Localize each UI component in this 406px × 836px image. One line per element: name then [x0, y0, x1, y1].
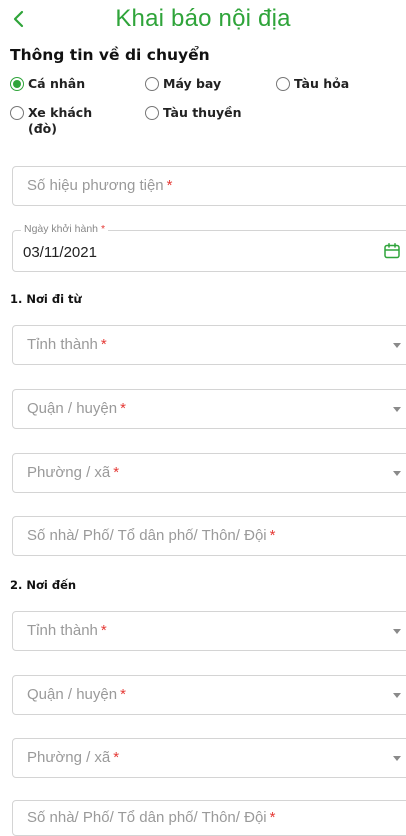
radio-label: Cá nhân: [28, 76, 86, 91]
radio-unchecked-icon: [276, 77, 290, 91]
calendar-icon[interactable]: [383, 242, 401, 260]
radio-checked-icon: [10, 77, 24, 91]
from-province-select[interactable]: Tỉnh thành *: [12, 325, 406, 365]
caret-down-icon: [393, 407, 401, 412]
input-placeholder: Số nhà/ Phố/ Tổ dân phố/ Thôn/ Đội *: [27, 527, 276, 544]
departure-date-field[interactable]: Ngày khởi hành * 03/11/2021: [12, 223, 406, 272]
radio-tau-thuyen[interactable]: Tàu thuyền: [145, 105, 242, 121]
to-address-input[interactable]: Số nhà/ Phố/ Tổ dân phố/ Thôn/ Đội *: [12, 800, 406, 836]
radio-unchecked-icon: [145, 106, 159, 120]
radio-may-bay[interactable]: Máy bay: [145, 76, 221, 92]
radio-label: Xe khách (đò): [28, 105, 93, 136]
input-placeholder: Số nhà/ Phố/ Tổ dân phố/ Thôn/ Đội *: [27, 809, 276, 826]
to-district-select[interactable]: Quận / huyện *: [12, 675, 406, 715]
section-title: Thông tin về di chuyển: [10, 46, 210, 64]
radio-label: Tàu hỏa: [294, 76, 350, 91]
to-ward-select[interactable]: Phường / xã *: [12, 738, 406, 778]
caret-down-icon: [393, 471, 401, 476]
select-placeholder: Tỉnh thành *: [27, 336, 107, 353]
to-section-title: 2. Nơi đến: [10, 578, 77, 592]
select-placeholder: Quận / huyện *: [27, 400, 126, 417]
select-placeholder: Phường / xã *: [27, 749, 120, 766]
departure-date-value: 03/11/2021: [23, 244, 97, 261]
departure-date-label: Ngày khởi hành *: [21, 223, 109, 235]
radio-label: Máy bay: [163, 76, 222, 91]
caret-down-icon: [393, 343, 401, 348]
from-ward-select[interactable]: Phường / xã *: [12, 453, 406, 493]
caret-down-icon: [393, 756, 401, 761]
radio-unchecked-icon: [10, 106, 24, 120]
from-section-title: 1. Nơi đi từ: [10, 292, 82, 306]
app-header: Khai báo nội địa: [0, 0, 406, 40]
select-placeholder: Quận / huyện *: [27, 686, 126, 703]
radio-ca-nhan[interactable]: Cá nhân: [10, 76, 85, 92]
caret-down-icon: [393, 629, 401, 634]
select-placeholder: Phường / xã *: [27, 464, 120, 481]
from-district-select[interactable]: Quận / huyện *: [12, 389, 406, 429]
select-placeholder: Tỉnh thành *: [27, 622, 107, 639]
to-province-select[interactable]: Tỉnh thành *: [12, 611, 406, 651]
vehicle-number-input[interactable]: Số hiệu phương tiện *: [12, 166, 406, 206]
from-address-input[interactable]: Số nhà/ Phố/ Tổ dân phố/ Thôn/ Đội *: [12, 516, 406, 556]
radio-xe-khach[interactable]: Xe khách (đò): [10, 105, 110, 137]
radio-label: Tàu thuyền: [163, 105, 242, 120]
vehicle-number-placeholder: Số hiệu phương tiện *: [27, 177, 173, 194]
caret-down-icon: [393, 693, 401, 698]
radio-tau-hoa[interactable]: Tàu hỏa: [276, 76, 349, 92]
page-title: Khai báo nội địa: [115, 5, 291, 32]
radio-unchecked-icon: [145, 77, 159, 91]
